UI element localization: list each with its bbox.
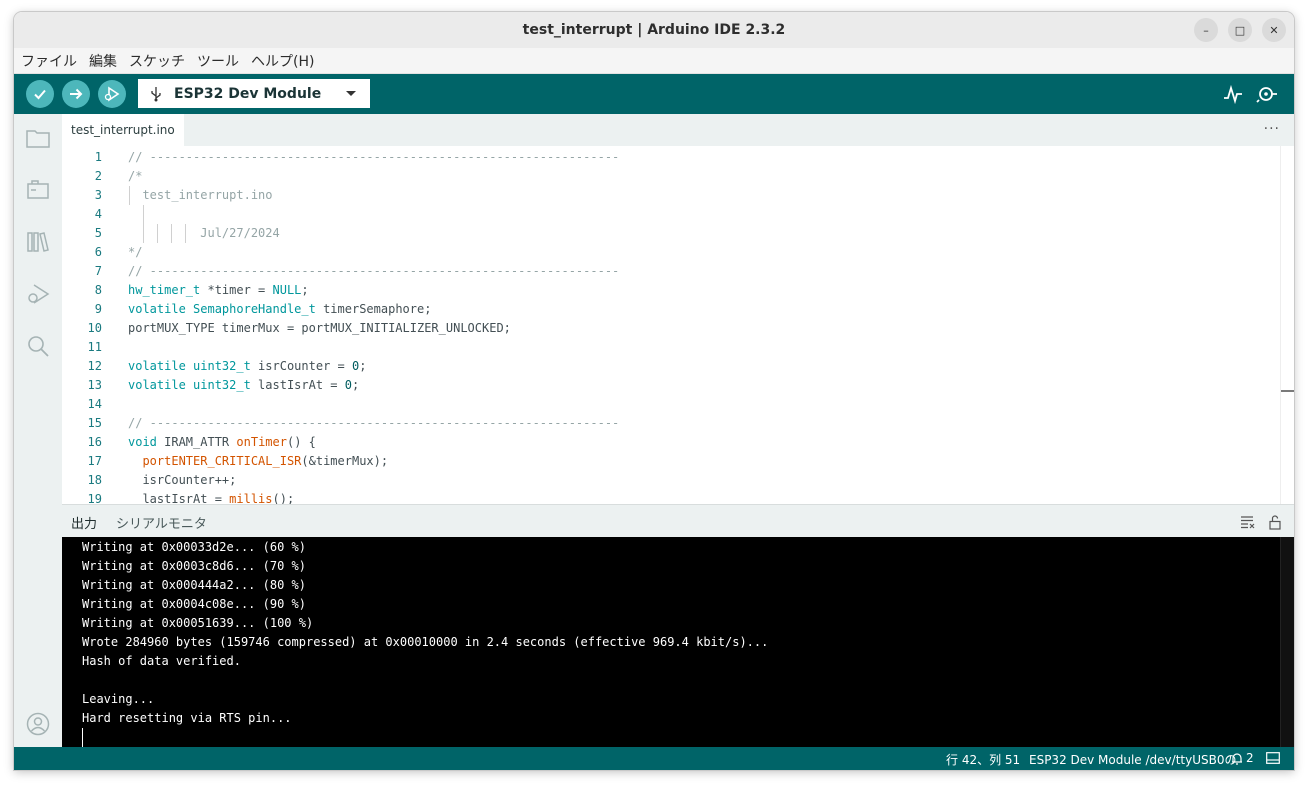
notifications-button[interactable]: 2: [1231, 751, 1254, 765]
scroll-marker: [1281, 390, 1294, 392]
usb-icon: [150, 86, 162, 102]
monitor-icon: [1256, 87, 1277, 103]
menu-sketch[interactable]: スケッチ: [129, 51, 185, 71]
search-button[interactable]: [26, 334, 50, 358]
account-icon: [26, 712, 50, 736]
code-line: 14: [87, 397, 102, 411]
code-line: 10 portMUX_TYPE timerMux = portMUX_INITIA…: [87, 321, 511, 335]
console-line: Writing at 0x00051639... (100 %): [82, 616, 314, 630]
tab-test-interrupt[interactable]: test_interrupt.ino: [62, 114, 184, 146]
text-cursor: [82, 728, 83, 747]
board-name: ESP32 Dev Module: [174, 85, 322, 102]
menu-tools[interactable]: ツール: [197, 51, 239, 71]
sidebar: [14, 114, 62, 747]
output-console[interactable]: Writing at 0x00033d2e... (60 %) Writing …: [62, 537, 1294, 747]
editor-scrollbar[interactable]: [1280, 146, 1294, 504]
more-actions-icon[interactable]: ···: [1264, 121, 1280, 137]
debug-button[interactable]: [98, 80, 126, 108]
code-line: 4: [62, 205, 1262, 224]
search-icon: [28, 336, 49, 357]
folder-icon: [26, 130, 50, 148]
debug-icon: [104, 86, 120, 102]
code-line: 3 test_interrupt.ino: [62, 186, 1262, 205]
tab-serial-monitor[interactable]: シリアルモニタ: [116, 513, 207, 532]
console-line: Writing at 0x0003c8d6... (70 %): [82, 559, 306, 573]
code-line: 2/*: [94, 169, 143, 183]
code-line: 17 portENTER_CRITICAL_ISR(&timerMux);: [87, 454, 389, 468]
plotter-icon: [1224, 84, 1242, 104]
unlock-icon[interactable]: [1267, 514, 1283, 530]
code-line: 5 Jul/27/2024: [62, 224, 1262, 243]
board-port-status[interactable]: ESP32 Dev Module /dev/ttyUSB0の: [1029, 751, 1236, 768]
console-line: Writing at 0x000444a2... (80 %): [82, 578, 306, 592]
bell-icon: [1232, 752, 1242, 765]
code-line: 15// -----------------------------------…: [87, 416, 620, 430]
code-line: 7// ------------------------------------…: [94, 264, 620, 278]
cursor-position[interactable]: 行 42、列 51: [946, 751, 1020, 768]
console-line: Writing at 0x00033d2e... (60 %): [82, 540, 306, 554]
code-line: 16 void IRAM_ATTR onTimer() {: [87, 435, 316, 449]
code-editor[interactable]: 1// ------------------------------------…: [62, 146, 1294, 504]
console-line: Writing at 0x0004c08e... (90 %): [82, 597, 306, 611]
close-button[interactable]: ✕: [1262, 18, 1286, 42]
console-scrollbar[interactable]: [1280, 537, 1294, 747]
title-bar: test_interrupt | Arduino IDE 2.3.2 – □ ✕: [14, 12, 1294, 48]
debug-icon: [28, 284, 50, 304]
console-line: Wrote 284960 bytes (159746 compressed) a…: [82, 635, 769, 649]
code-line: 11: [87, 340, 102, 354]
check-icon: [34, 89, 46, 100]
board-manager-icon: [27, 180, 49, 199]
code-line: 1// ------------------------------------…: [94, 150, 620, 164]
code-line: 18 isrCounter++;: [87, 473, 237, 487]
menu-edit[interactable]: 編集: [89, 51, 117, 71]
status-bar: 行 42、列 51 ESP32 Dev Module /dev/ttyUSB0の…: [14, 747, 1294, 770]
account-button[interactable]: [26, 712, 50, 736]
tab-output[interactable]: 出力: [71, 513, 97, 532]
menu-bar: ファイル 編集 スケッチ ツール ヘルプ(H): [14, 48, 1294, 74]
editor-tab-bar: test_interrupt.ino ···: [62, 114, 1294, 146]
maximize-button[interactable]: □: [1228, 18, 1252, 42]
arrow-right-icon: [70, 88, 83, 100]
panel-icon[interactable]: [1266, 752, 1280, 764]
menu-file[interactable]: ファイル: [21, 51, 77, 71]
code-line: 8 hw_timer_t *timer = NULL;: [94, 283, 309, 297]
output-panel-bar: 出力 シリアルモニタ: [62, 504, 1294, 537]
serial-plotter-button[interactable]: [1222, 83, 1244, 105]
boards-manager-button[interactable]: [26, 178, 50, 202]
code-line: 6 */: [94, 245, 143, 259]
window-controls: – □ ✕: [1194, 18, 1286, 42]
code-line: 19 lastIsrAt = millis();: [87, 492, 295, 504]
app-window: test_interrupt | Arduino IDE 2.3.2 – □ ✕…: [14, 12, 1294, 770]
code-line: 12 volatile uint32_t isrCounter = 0;: [87, 359, 367, 373]
debug-panel-button[interactable]: [26, 282, 50, 306]
console-line: Leaving...: [82, 692, 155, 706]
upload-button[interactable]: [62, 80, 90, 108]
menu-help[interactable]: ヘルプ(H): [251, 51, 314, 71]
window-title: test_interrupt | Arduino IDE 2.3.2: [522, 22, 786, 38]
code-line: 13 volatile uint32_t lastIsrAt = 0;: [87, 378, 360, 392]
code-line: 9 volatile SemaphoreHandle_t timerSemapho…: [94, 302, 432, 316]
console-line: Hash of data verified.: [82, 654, 241, 668]
library-manager-button[interactable]: [26, 230, 50, 254]
board-selector[interactable]: ESP32 Dev Module: [138, 79, 370, 108]
sketchbook-button[interactable]: [26, 126, 50, 150]
library-icon: [27, 232, 49, 252]
toolbar: ESP32 Dev Module: [14, 74, 1294, 114]
notification-count: 2: [1246, 751, 1254, 765]
console-line: Hard resetting via RTS pin...: [82, 711, 292, 725]
clear-output-icon[interactable]: [1240, 514, 1256, 530]
verify-button[interactable]: [26, 80, 54, 108]
chevron-down-icon: [346, 91, 356, 96]
minimize-button[interactable]: –: [1194, 18, 1218, 42]
serial-monitor-button[interactable]: [1256, 83, 1278, 105]
